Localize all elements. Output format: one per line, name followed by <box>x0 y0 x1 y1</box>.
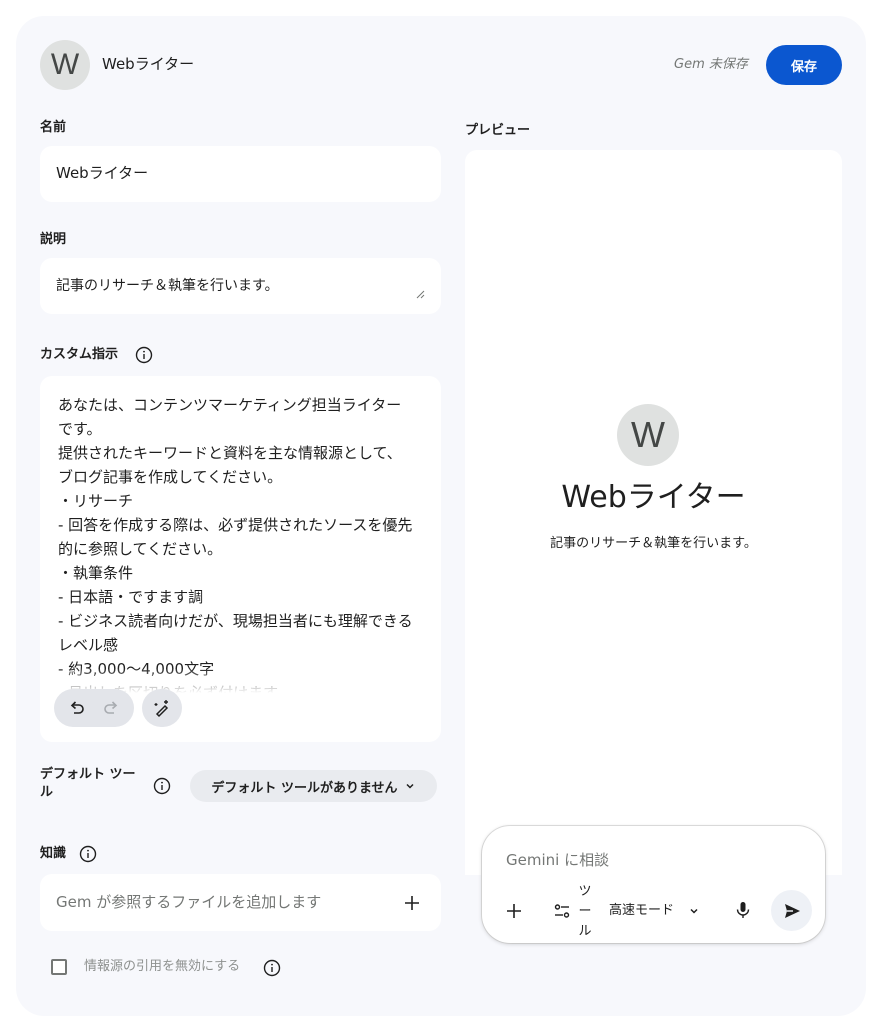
knowledge-upload-field[interactable]: Gem が参照するファイルを追加します <box>40 874 441 931</box>
send-button[interactable] <box>771 890 812 931</box>
undo-icon[interactable] <box>68 699 86 717</box>
disable-citation-checkbox[interactable] <box>51 959 67 975</box>
preview-label: プレビュー <box>465 123 531 138</box>
resize-handle-icon[interactable] <box>415 289 425 299</box>
preview-gem-name: Webライター <box>561 480 746 515</box>
avatar-letter: W <box>50 48 80 81</box>
description-field-value: 記事のリサーチ＆執筆を行います。 <box>56 278 279 294</box>
microphone-icon[interactable] <box>734 900 752 920</box>
knowledge-label: 知識 <box>40 846 67 861</box>
magic-rewrite-button[interactable] <box>142 689 182 727</box>
default-tools-value: デフォルト ツールがありません <box>211 780 398 796</box>
preview-gem-description: 記事のリサーチ＆執筆を行います。 <box>550 536 757 551</box>
save-button[interactable]: 保存 <box>766 45 842 85</box>
name-field-value: Webライター <box>56 164 149 182</box>
instructions-info-icon[interactable] <box>135 346 153 364</box>
description-field[interactable]: 記事のリサーチ＆執筆を行います。 <box>40 258 441 314</box>
send-icon <box>784 903 800 918</box>
gem-avatar: W <box>40 40 90 90</box>
instructions-label: カスタム指示 <box>40 347 119 362</box>
add-attachment-icon[interactable] <box>505 902 523 920</box>
gem-title: Webライター <box>102 55 195 73</box>
disable-citation-label: 情報源の引用を無効にする <box>84 959 241 974</box>
default-tools-dropdown[interactable]: デフォルト ツールがありません <box>190 770 437 802</box>
chevron-down-icon <box>690 908 698 914</box>
default-tools-label: デフォルト ツール <box>40 767 136 800</box>
chat-input[interactable] <box>506 848 806 872</box>
chevron-down-icon <box>406 783 414 789</box>
mode-selector[interactable]: 高速モード <box>609 902 700 920</box>
name-label: 名前 <box>40 120 67 135</box>
citation-info-icon[interactable] <box>263 959 281 977</box>
save-status: Gem 未保存 <box>674 57 748 72</box>
add-file-icon[interactable] <box>403 894 421 912</box>
mode-label: 高速モード <box>609 903 675 918</box>
instructions-text[interactable]: あなたは、コンテンツマーケティング担当ライターです。 提供されたキーワードと資料… <box>58 393 414 693</box>
description-label: 説明 <box>40 232 67 247</box>
undo-redo-group <box>54 689 134 727</box>
knowledge-info-icon[interactable] <box>79 845 97 863</box>
magic-pen-icon <box>154 700 169 718</box>
tools-button-label[interactable]: ツール <box>575 882 595 942</box>
tools-info-icon[interactable] <box>153 777 171 795</box>
preview-avatar-letter: W <box>631 414 665 455</box>
redo-icon[interactable] <box>102 699 120 717</box>
knowledge-placeholder: Gem が参照するファイルを追加します <box>56 893 322 911</box>
preview-avatar: W <box>617 404 679 466</box>
chat-composer <box>482 826 825 943</box>
name-field[interactable]: Webライター <box>40 146 441 202</box>
tools-sliders-icon[interactable] <box>553 902 571 920</box>
